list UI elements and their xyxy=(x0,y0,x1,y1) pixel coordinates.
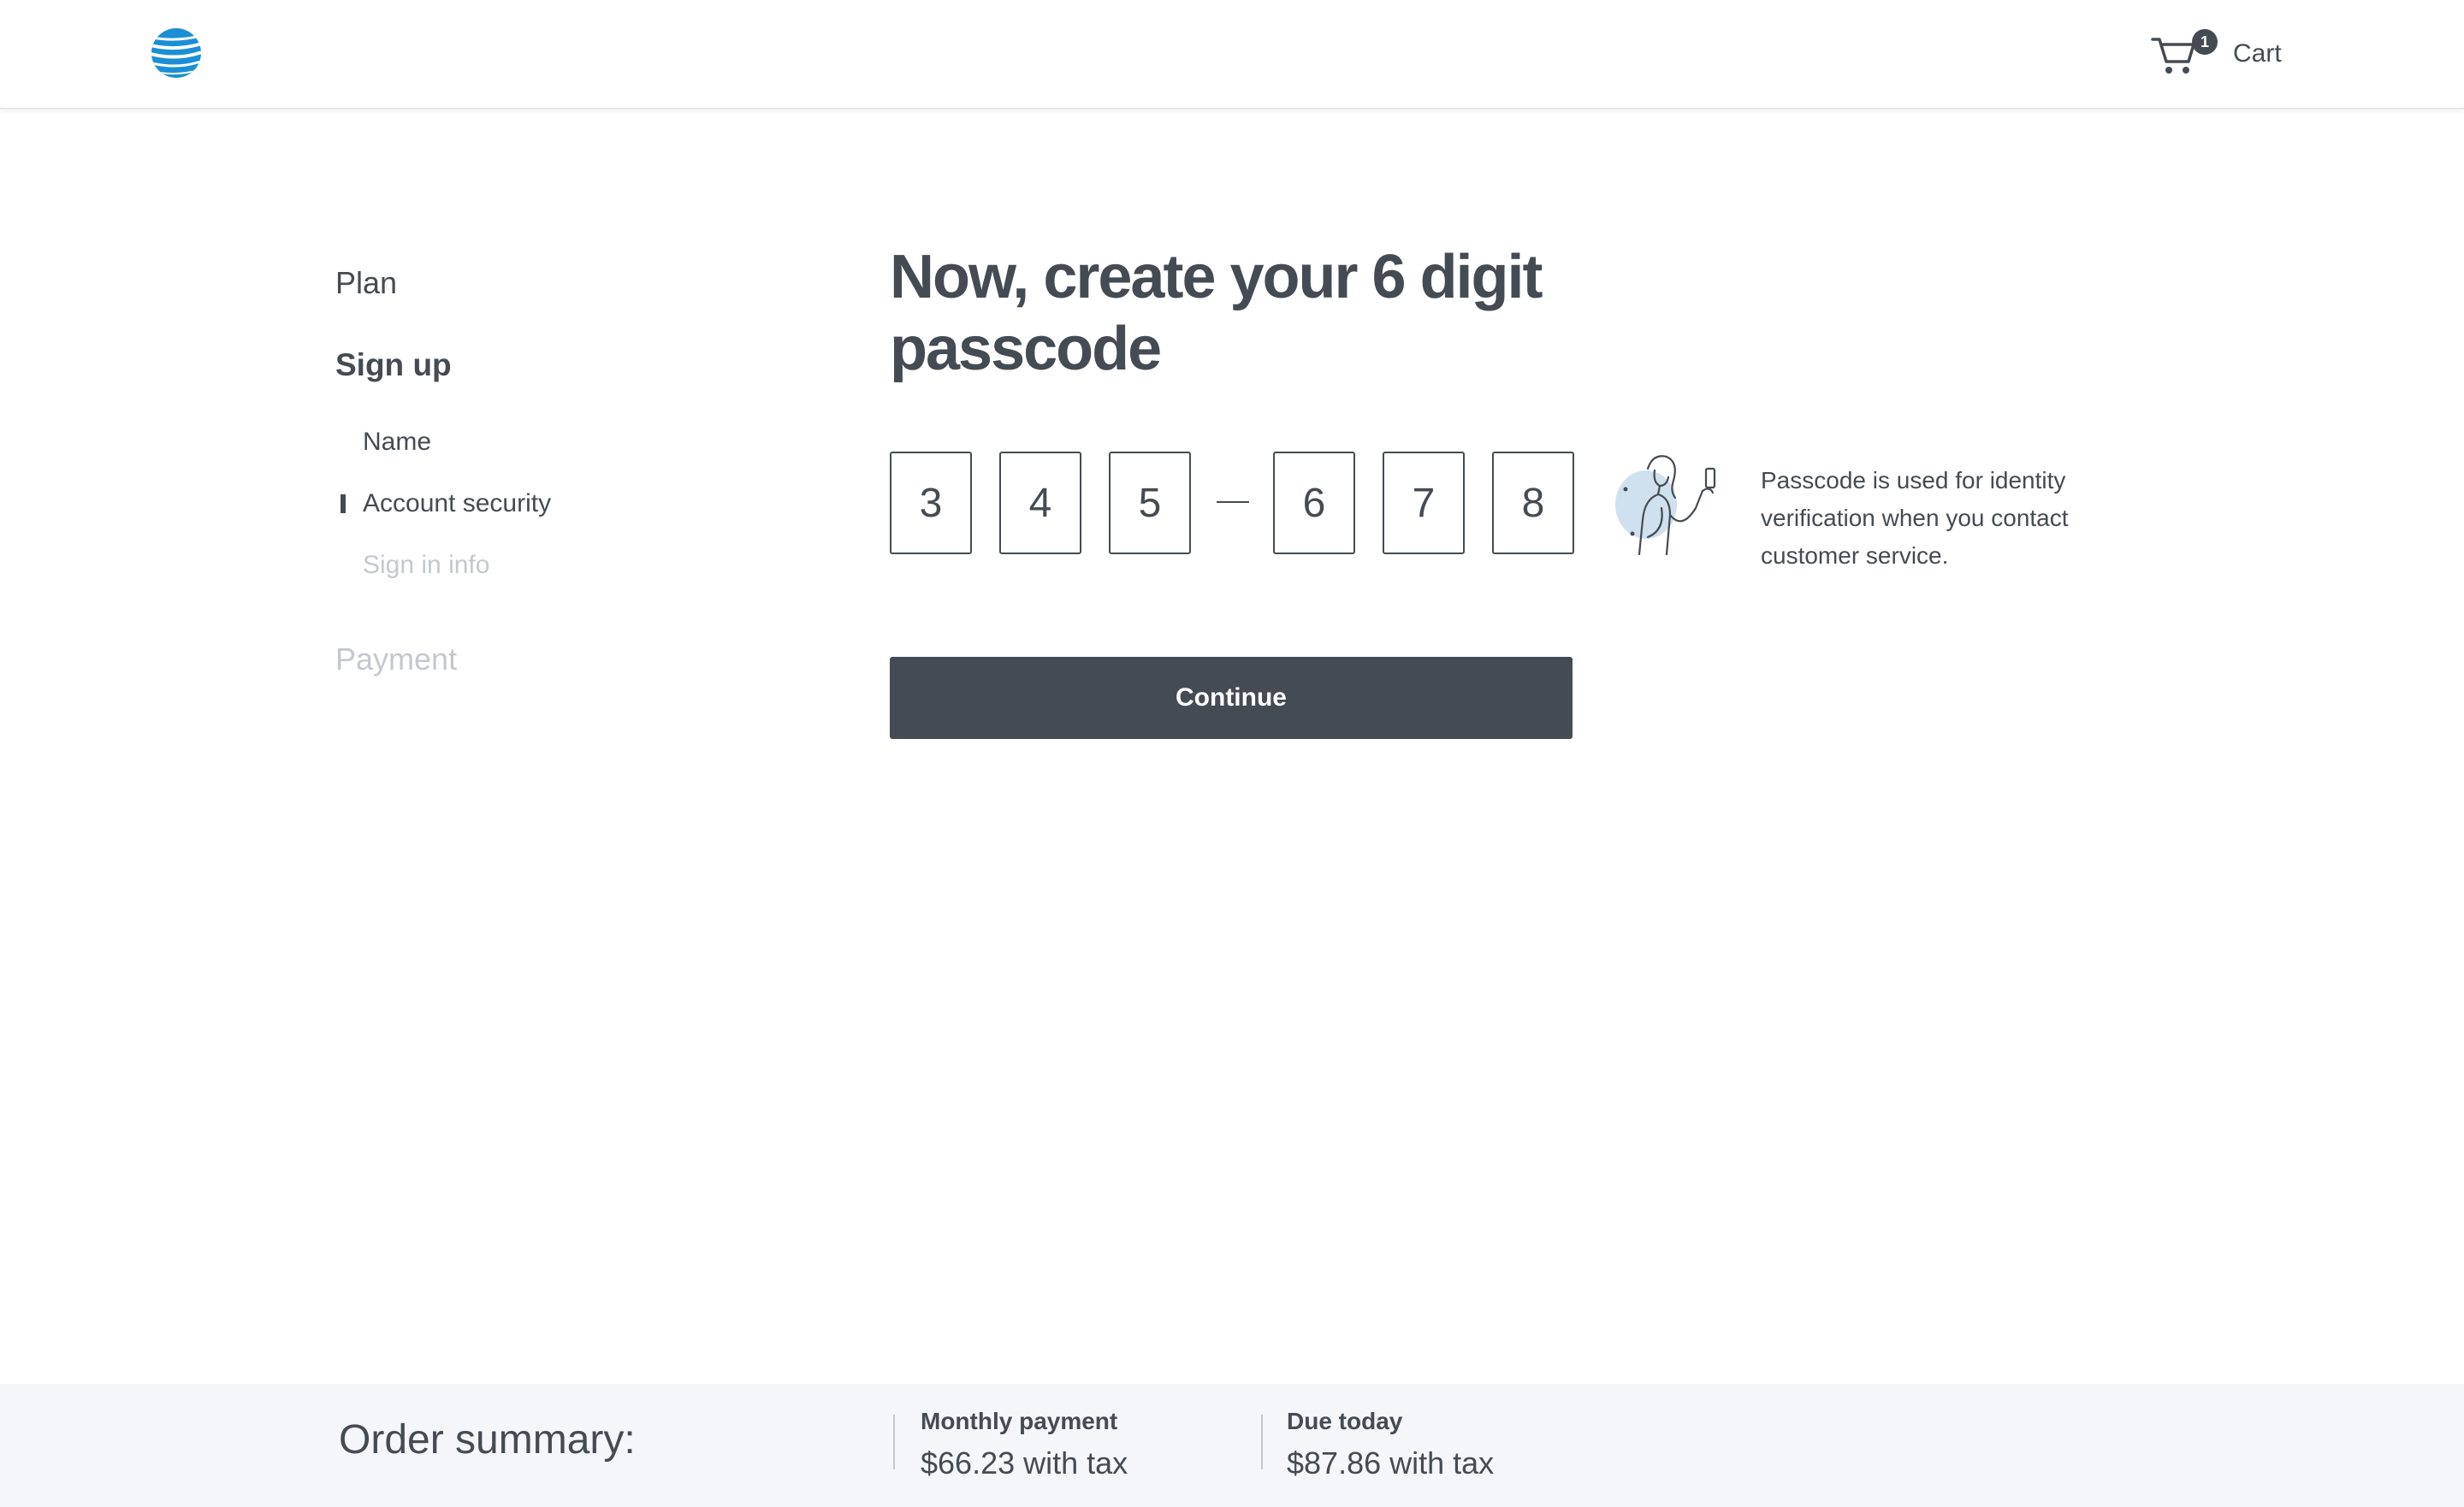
woman-with-phone-illustration xyxy=(1615,455,1716,556)
due-today-label: Due today xyxy=(1287,1408,1403,1434)
due-today-block: Due today $87.86 with tax xyxy=(1287,1408,1494,1481)
att-globe-icon[interactable] xyxy=(151,27,202,79)
substep-sign-in-info: Sign in info xyxy=(363,551,490,579)
passcode-digit-3[interactable] xyxy=(1109,452,1191,554)
substep-name[interactable]: Name xyxy=(363,428,431,457)
step-plan[interactable]: Plan xyxy=(335,265,397,301)
order-summary-title: Order summary: xyxy=(339,1417,636,1463)
summary-divider xyxy=(1261,1415,1263,1469)
monthly-payment-label: Monthly payment xyxy=(921,1408,1118,1434)
passcode-digit-2[interactable] xyxy=(999,452,1081,554)
summary-divider xyxy=(893,1415,895,1469)
continue-button[interactable]: Continue xyxy=(890,657,1573,739)
passcode-digit-4[interactable] xyxy=(1273,452,1355,554)
substep-account-security: Account security xyxy=(341,489,552,518)
passcode-help-text: Passcode is used for identity verificati… xyxy=(1761,467,2069,569)
monthly-payment-block: Monthly payment $66.23 with tax xyxy=(921,1408,1128,1481)
order-summary-bar: Order summary: Monthly payment $66.23 wi… xyxy=(0,1384,2464,1507)
cart-label: Cart xyxy=(2233,39,2282,68)
passcode-separator xyxy=(1217,501,1249,503)
passcode-digit-1[interactable] xyxy=(890,452,972,554)
passcode-digit-6[interactable] xyxy=(1492,452,1574,554)
passcode-digit-5[interactable] xyxy=(1383,452,1465,554)
current-step-marker xyxy=(341,494,346,513)
step-sign-up: Sign up xyxy=(335,347,452,382)
cart-count-badge: 1 xyxy=(2192,29,2218,55)
monthly-payment-value: $66.23 with tax xyxy=(921,1445,1128,1480)
site-header: 1 Cart xyxy=(0,0,2464,109)
cart-button[interactable]: 1 Cart xyxy=(2149,29,2282,77)
due-today-value: $87.86 with tax xyxy=(1287,1445,1495,1480)
page-title: Now, create your 6 digit passcode xyxy=(890,243,1543,383)
cart-icon: 1 xyxy=(2149,29,2218,77)
step-payment: Payment xyxy=(335,641,458,677)
substep-account-security-label: Account security xyxy=(363,489,552,517)
